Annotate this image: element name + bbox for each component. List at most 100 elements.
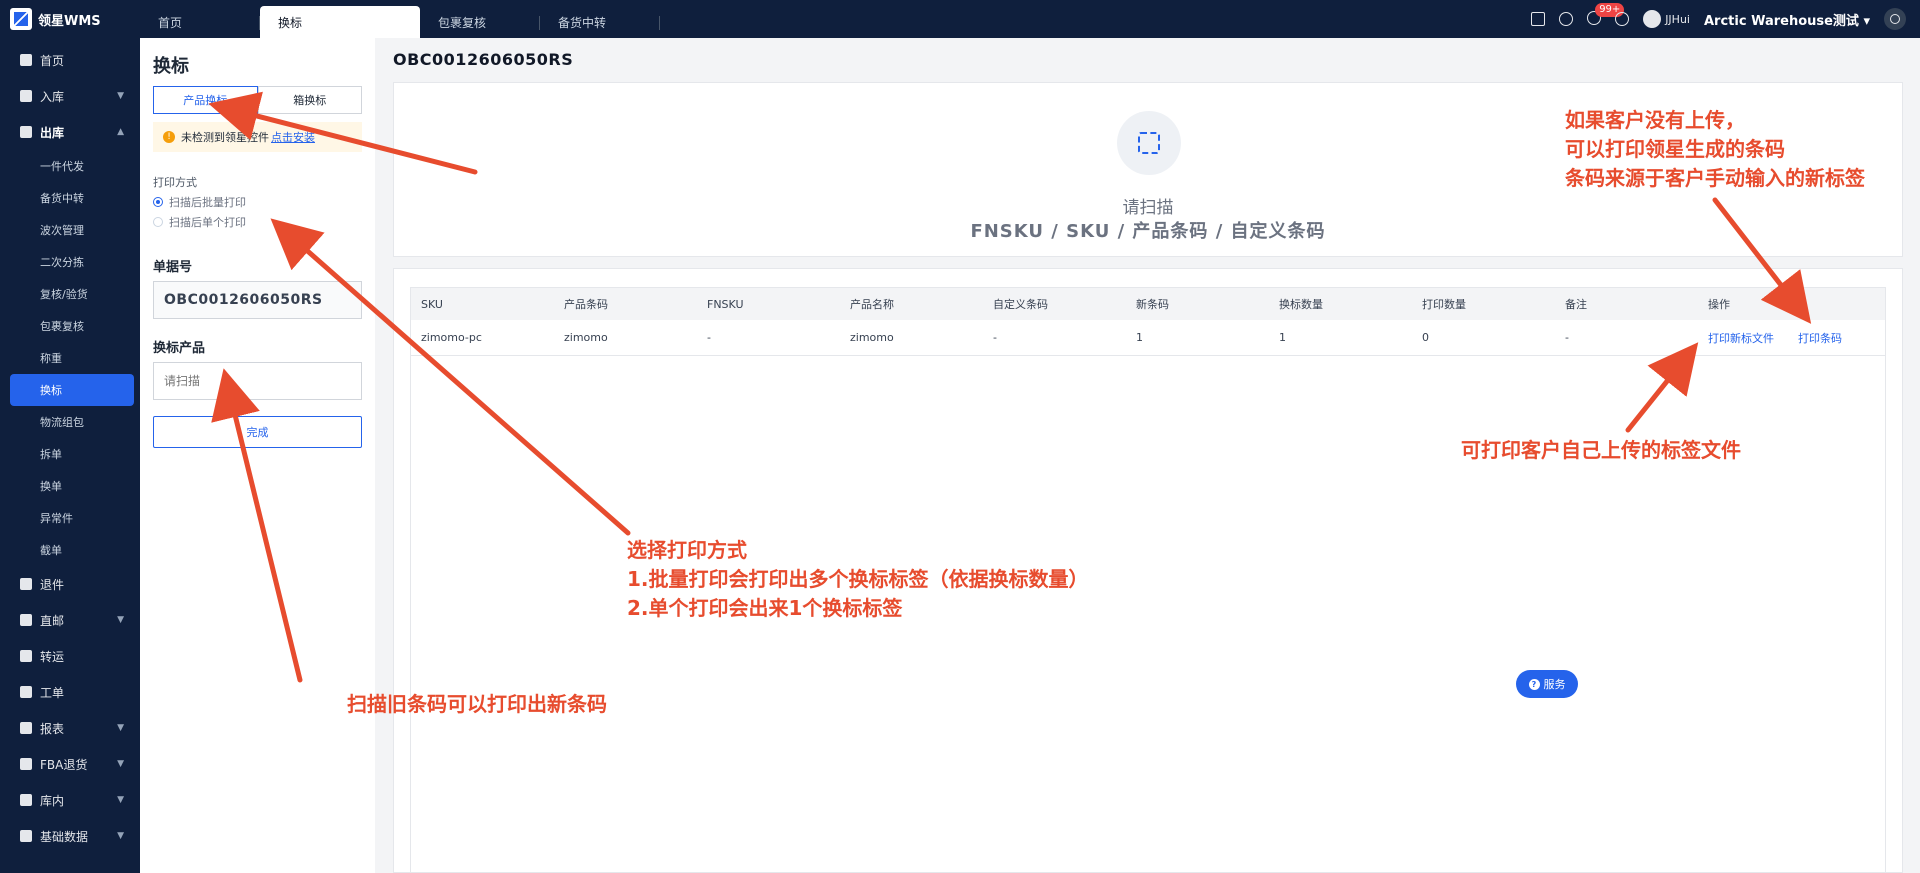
outbound-icon	[20, 126, 32, 138]
cell-custom-barcode: -	[993, 331, 997, 344]
col-fnsku: FNSKU	[707, 297, 744, 311]
col-product-barcode: 产品条码	[564, 298, 608, 311]
cell-remark: -	[1565, 331, 1569, 344]
annotation-line: 选择打印方式	[627, 538, 747, 562]
inbound-icon	[20, 90, 32, 102]
tab-stock-transfer[interactable]: 备货中转	[540, 6, 660, 38]
annotation-middle-right: 可打印客户自己上传的标签文件	[1461, 438, 1741, 462]
sidebar-sub-relabel[interactable]: 换标	[10, 374, 134, 406]
user-name: JJHui	[1665, 12, 1690, 26]
list-icon	[20, 830, 32, 842]
sidebar-sub-package-review[interactable]: 包裹复核	[0, 310, 140, 342]
doc-no-label: 单据号	[153, 260, 193, 275]
print-mode-single[interactable]: 扫描后单个打印	[153, 214, 362, 230]
notification[interactable]: 99+	[1587, 2, 1625, 28]
sidebar-item-workorder[interactable]: 工单	[0, 674, 140, 710]
warning-icon: !	[163, 131, 175, 143]
scan-frame-icon	[1138, 132, 1160, 154]
sidebar-item-label: 出库	[40, 125, 65, 140]
sidebar-sub-stock-transfer[interactable]: 备货中转	[0, 182, 140, 214]
annotation-center: 选择打印方式 1.批量打印会打印出多个换标标签（依据换标数量） 2.单个打印会出…	[627, 536, 1089, 623]
returns-icon	[20, 578, 32, 590]
table-row: zimomo-pc zimomo - zimomo - 1 1 0 - 打印新标…	[411, 320, 1885, 356]
install-link[interactable]: 点击安装	[271, 129, 315, 145]
warehouse-selector[interactable]: Arctic Warehouse测试 ▾	[1704, 10, 1870, 29]
sidebar-item-fba-returns[interactable]: FBA退货 ▼	[0, 746, 140, 782]
print-mode-batch[interactable]: 扫描后批量打印	[153, 194, 362, 210]
sidebar-item-label: 入库	[40, 89, 65, 104]
sidebar-item-inbound[interactable]: 入库 ▼	[0, 78, 140, 114]
tab-bar: 首页 换标 包裹复核 备货中转	[140, 0, 660, 38]
sidebar-item-reports[interactable]: 报表 ▼	[0, 710, 140, 746]
sidebar-item-inventory[interactable]: 库内 ▼	[0, 782, 140, 818]
sidebar: 首页 入库 ▼ 出库 ▲ 一件代发 备货中转 波次管理 二次分拣 复核/验货 包裹复…	[0, 38, 140, 873]
sidebar-item-outbound[interactable]: 出库 ▲	[0, 114, 140, 150]
sidebar-sub-dropship[interactable]: 一件代发	[0, 150, 140, 182]
box-relabel-tab[interactable]: 箱换标	[257, 86, 362, 114]
col-print-qty: 打印数量	[1422, 298, 1466, 311]
sidebar-item-transfer[interactable]: 转运	[0, 638, 140, 674]
chevron-down-icon: ▼	[117, 831, 124, 841]
product-relabel-tab[interactable]: 产品换标	[153, 86, 258, 114]
scan-product-input[interactable]	[153, 362, 362, 400]
sidebar-sub-secondary-sort[interactable]: 二次分拣	[0, 246, 140, 278]
sidebar-item-home[interactable]: 首页	[0, 42, 140, 78]
annotation-top-right: 如果客户没有上传， 可以打印领星生成的条码 条码来源于客户手动输入的新标签	[1565, 106, 1865, 193]
chevron-down-icon: ▼	[117, 759, 124, 769]
warehouse-name: Arctic Warehouse测试	[1703, 13, 1859, 29]
doc-no-field: OBC0012606050RS	[153, 281, 362, 319]
tab-home[interactable]: 首页	[140, 6, 260, 38]
sidebar-sub-split[interactable]: 拆单	[0, 438, 140, 470]
print-new-label-file-link[interactable]: 打印新标文件	[1708, 330, 1774, 346]
cell-relabel-qty: 1	[1279, 331, 1286, 344]
sidebar-item-label: 转运	[40, 649, 65, 664]
plugin-warning: ! 未检测到领星控件 点击安装	[153, 122, 362, 152]
cell-print-qty: 0	[1422, 331, 1429, 344]
sidebar-item-returns[interactable]: 退件	[0, 566, 140, 602]
sidebar-sub-swap-order[interactable]: 换单	[0, 470, 140, 502]
sidebar-sub-inspect[interactable]: 复核/验货	[0, 278, 140, 310]
transfer-icon	[20, 650, 32, 662]
printer-icon[interactable]	[1531, 12, 1546, 26]
done-button[interactable]: 完成	[153, 416, 362, 448]
table-header: SKU 产品条码 FNSKU 产品名称 自定义条码 新条码 换标数量 打印数量 …	[411, 288, 1885, 320]
annotation-line: 条码来源于客户手动输入的新标签	[1565, 166, 1865, 190]
sidebar-sub-intercept[interactable]: 截单	[0, 534, 140, 566]
report-icon	[20, 722, 32, 734]
cell-actions: 打印新标文件 打印条码	[1698, 330, 1898, 346]
tab-package-review[interactable]: 包裹复核	[420, 6, 540, 38]
scan-icon	[1117, 111, 1181, 175]
truck-icon	[20, 614, 32, 626]
warehouse-icon	[20, 794, 32, 806]
chevron-down-icon: ▼	[117, 615, 124, 625]
user-menu[interactable]: JJHui	[1643, 10, 1690, 28]
annotation-bottom-left: 扫描旧条码可以打印出新条码	[347, 692, 607, 716]
avatar	[1643, 10, 1662, 28]
print-barcode-link[interactable]: 打印条码	[1798, 330, 1842, 346]
sidebar-sub-logistics-pack[interactable]: 物流组包	[0, 406, 140, 438]
sidebar-sub-exception[interactable]: 异常件	[0, 502, 140, 534]
header-actions: 99+ JJHui Arctic Warehouse测试 ▾	[1531, 2, 1920, 30]
download-icon[interactable]	[1559, 12, 1574, 26]
sidebar-item-direct-mail[interactable]: 直邮 ▼	[0, 602, 140, 638]
top-bar: 领星WMS 首页 换标 包裹复核 备货中转 99+ JJHui Arctic W…	[0, 0, 1920, 38]
cell-new-barcode: 1	[1136, 331, 1143, 344]
brand[interactable]: 领星WMS	[0, 0, 140, 38]
help-icon: ?	[1528, 678, 1540, 690]
col-relabel-qty: 换标数量	[1279, 298, 1323, 311]
relabel-mode-toggle: 产品换标 箱换标	[153, 86, 362, 114]
search-button[interactable]	[1884, 8, 1906, 30]
sidebar-item-basic-data[interactable]: 基础数据 ▼	[0, 818, 140, 854]
home-icon	[20, 54, 32, 66]
sidebar-sub-wave[interactable]: 波次管理	[0, 214, 140, 246]
col-custom-barcode: 自定义条码	[993, 298, 1048, 311]
sidebar-item-label: 库内	[40, 793, 65, 808]
document-id: OBC0012606050RS	[393, 50, 574, 69]
settings-gear-icon[interactable]	[1615, 12, 1630, 26]
sidebar-sub-weigh[interactable]: 称重	[0, 342, 140, 374]
relabel-table-panel: SKU 产品条码 FNSKU 产品名称 自定义条码 新条码 换标数量 打印数量 …	[393, 268, 1903, 873]
annotation-line: 如果客户没有上传，	[1565, 108, 1745, 132]
tab-relabel[interactable]: 换标	[260, 6, 420, 38]
radio-label: 扫描后单个打印	[169, 216, 246, 229]
service-button[interactable]: ? 服务	[1516, 670, 1578, 698]
